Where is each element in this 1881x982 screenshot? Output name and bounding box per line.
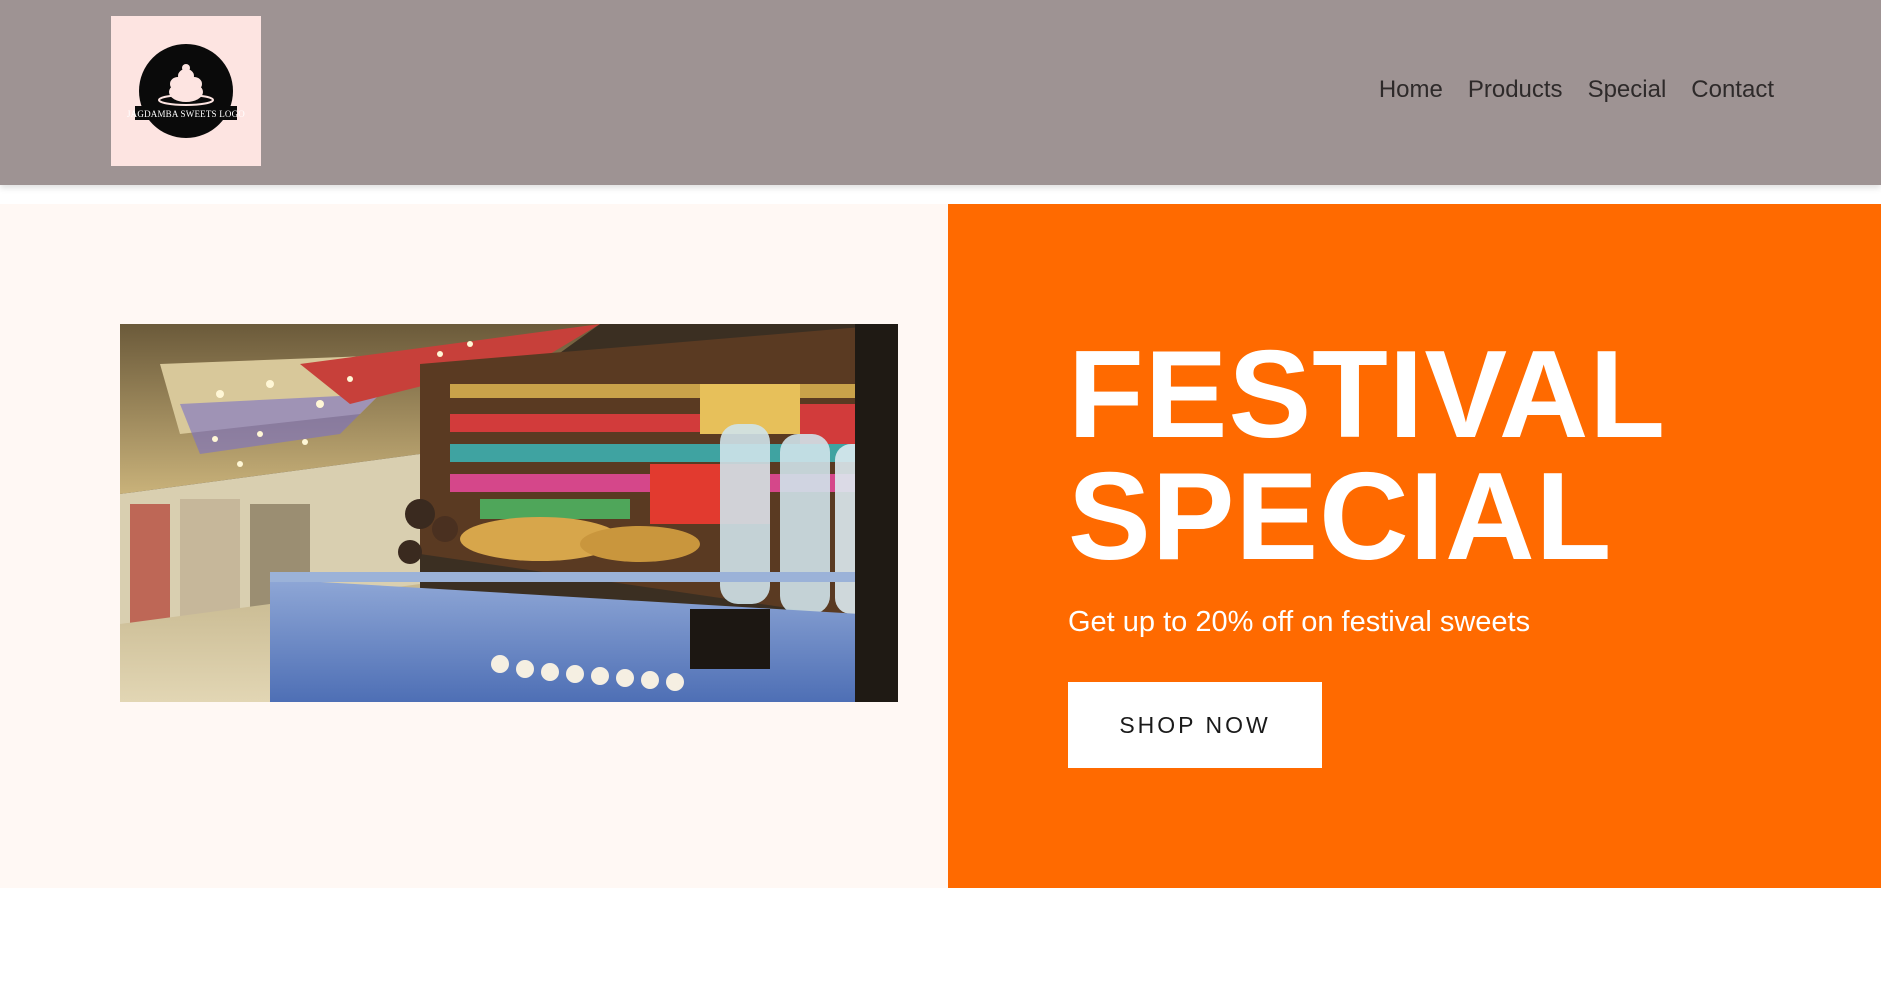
nav-products[interactable]: Products [1468,76,1563,104]
sweet-shop-photo [120,324,898,702]
hero-image-panel [0,204,948,888]
nav-contact[interactable]: Contact [1691,76,1774,104]
hero-subtitle: Get up to 20% off on festival sweets [1068,606,1531,638]
logo-text: JAGDAMBA SWEETS LOGO [126,109,245,119]
hero-title-line1: FESTIVAL [1068,326,1667,464]
logo[interactable]: JAGDAMBA SWEETS LOGO [111,16,261,166]
site-header: JAGDAMBA SWEETS LOGO Home Products Speci… [0,0,1881,185]
shop-now-button[interactable]: SHOP NOW [1068,682,1322,768]
nav-home[interactable]: Home [1379,76,1443,104]
hero-title: FESTIVAL SPECIAL [1068,333,1666,579]
festival-special-panel: FESTIVAL SPECIAL Get up to 20% off on fe… [948,204,1881,888]
main-nav: Home Products Special Contact [1379,76,1774,104]
logo-sweet-icon [135,44,237,138]
nav-special[interactable]: Special [1588,76,1667,104]
hero-title-line2: SPECIAL [1068,448,1613,586]
